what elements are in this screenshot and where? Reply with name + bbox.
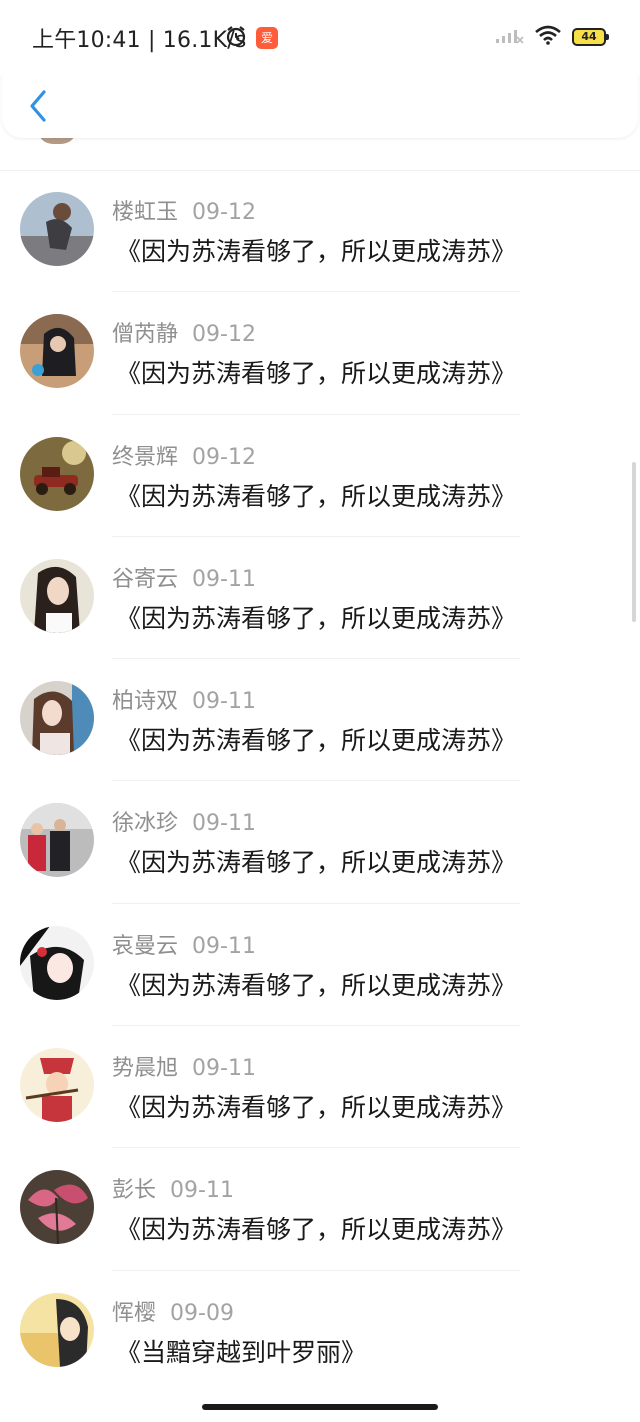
comment-date: 09-11 <box>192 566 256 592</box>
avatar <box>20 803 94 878</box>
scrollbar[interactable] <box>632 462 636 622</box>
comment-date: 09-11 <box>192 689 256 715</box>
comment-meta: 彭长 09-11 <box>112 1172 234 1204</box>
list-item[interactable]: 哀曼云 09-11 《因为苏涛看够了，所以更成涛苏》 <box>0 904 640 1027</box>
status-left-icons: 爱 <box>224 24 278 52</box>
comment-date: 09-12 <box>192 322 256 348</box>
commenter-name: 谷寄云 <box>112 566 179 592</box>
comment-meta: 哀曼云 09-11 <box>112 928 256 960</box>
avatar <box>20 1170 94 1245</box>
list-item[interactable]: 僧芮静 09-12 《因为苏涛看够了，所以更成涛苏》 <box>0 292 640 415</box>
comment-text: 《因为苏涛看够了，所以更成涛苏》 <box>116 237 517 266</box>
commenter-name: 彭长 <box>112 1178 157 1204</box>
comment-date: 09-09 <box>170 1300 234 1326</box>
comment-text: 《因为苏涛看够了，所以更成涛苏》 <box>116 726 517 756</box>
list-item[interactable]: 彭长 09-11 《因为苏涛看够了，所以更成涛苏》 <box>0 1148 640 1271</box>
comment-date: 09-11 <box>192 1056 256 1082</box>
partial-list-item <box>0 128 640 171</box>
avatar <box>20 681 94 756</box>
comment-meta: 楼虹玉 09-12 <box>112 194 256 226</box>
battery-icon: 44 <box>572 28 609 46</box>
comment-text: 《因为苏涛看够了，所以更成涛苏》 <box>116 970 517 1000</box>
comment-meta: 柏诗双 09-11 <box>112 683 256 715</box>
commenter-name: 徐冰珍 <box>112 811 179 837</box>
status-time: 上午10:41 | 16.1K/s <box>32 28 247 53</box>
commenter-name: 柏诗双 <box>112 689 179 715</box>
commenter-name: 僧芮静 <box>112 322 179 348</box>
comment-meta: 终景辉 09-12 <box>112 439 256 471</box>
list-item[interactable]: 徐冰珍 09-11 《因为苏涛看够了，所以更成涛苏》 <box>0 781 640 904</box>
comment-text: 《因为苏涛看够了，所以更成涛苏》 <box>116 359 517 389</box>
avatar <box>20 558 94 633</box>
comment-date: 09-11 <box>170 1178 234 1204</box>
avatar <box>20 1292 94 1367</box>
comment-text: 《因为苏涛看够了，所以更成涛苏》 <box>116 1215 517 1245</box>
comment-list: 楼虹玉 09-12 《因为苏涛看够了，所以更成涛苏》 僧芮静 09-12 《因为苏涛… <box>0 170 640 1393</box>
avatar <box>20 436 94 511</box>
nav-bar <box>2 74 638 138</box>
comment-text: 《因为苏涛看够了，所以更成涛苏》 <box>116 481 517 511</box>
comment-meta: 谷寄云 09-11 <box>112 561 256 593</box>
comment-meta: 徐冰珍 09-11 <box>112 805 256 837</box>
list-item[interactable]: 楼虹玉 09-12 《因为苏涛看够了，所以更成涛苏》 <box>0 170 640 293</box>
list-item[interactable]: 终景辉 09-12 《因为苏涛看够了，所以更成涛苏》 <box>0 415 640 537</box>
chevron-left-icon <box>22 90 62 132</box>
comment-text: 《因为苏涛看够了，所以更成涛苏》 <box>116 1093 517 1123</box>
list-item[interactable]: 柏诗双 09-11 《因为苏涛看够了，所以更成涛苏》 <box>0 659 640 782</box>
avatar <box>20 1048 94 1123</box>
comment-meta: 僧芮静 09-12 <box>112 316 256 348</box>
comment-meta: 恽樱 09-09 <box>112 1295 234 1327</box>
wifi-icon <box>534 25 562 49</box>
comment-date: 09-11 <box>192 811 256 837</box>
commenter-name: 恽樱 <box>112 1300 157 1326</box>
commenter-name: 楼虹玉 <box>112 200 179 225</box>
comment-text: 《因为苏涛看够了，所以更成涛苏》 <box>116 848 517 878</box>
list-item[interactable]: 势晨旭 09-11 《因为苏涛看够了，所以更成涛苏》 <box>0 1026 640 1149</box>
comment-date: 09-12 <box>192 200 256 225</box>
commenter-name: 终景辉 <box>112 444 179 470</box>
app-badge-icon: 爱 <box>256 27 278 49</box>
alarm-icon <box>224 24 248 52</box>
list-item[interactable]: 谷寄云 09-11 《因为苏涛看够了，所以更成涛苏》 <box>0 537 640 660</box>
avatar <box>20 314 94 389</box>
commenter-name: 势晨旭 <box>112 1056 179 1082</box>
comment-text: 《当黯穿越到叶罗丽》 <box>116 1337 367 1367</box>
list-item[interactable]: 恽樱 09-09 《当黯穿越到叶罗丽》 <box>0 1271 640 1393</box>
status-bar: 上午10:41 | 16.1K/s 爱 44 <box>0 0 640 74</box>
comment-date: 09-12 <box>192 444 256 470</box>
back-button[interactable] <box>22 84 62 128</box>
signal-icon <box>494 25 524 49</box>
avatar <box>20 192 94 266</box>
comment-text: 《因为苏涛看够了，所以更成涛苏》 <box>116 603 517 633</box>
comment-meta: 势晨旭 09-11 <box>112 1050 256 1082</box>
home-indicator[interactable] <box>202 1404 438 1410</box>
comment-date: 09-11 <box>192 933 256 959</box>
avatar <box>20 925 94 1000</box>
status-right-icons: 44 <box>494 25 609 49</box>
commenter-name: 哀曼云 <box>112 933 179 959</box>
